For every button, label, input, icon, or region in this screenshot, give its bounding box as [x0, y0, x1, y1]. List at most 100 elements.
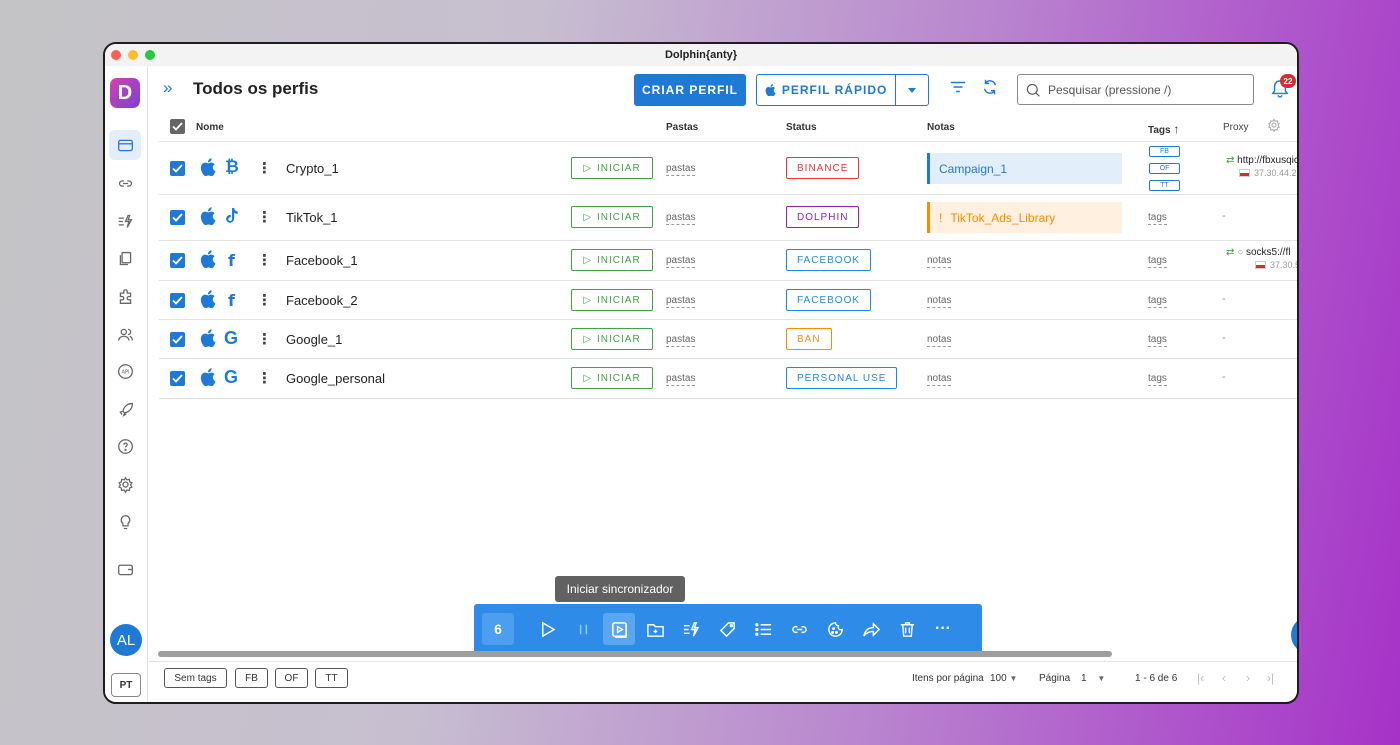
column-tags[interactable]: Tags ↑: [1148, 122, 1179, 136]
column-folders[interactable]: Pastas: [666, 122, 698, 133]
tag-chip[interactable]: TT: [1149, 180, 1180, 191]
start-profile-button[interactable]: ▷ INICIAR: [571, 367, 653, 389]
synchronizer-icon[interactable]: [603, 613, 635, 645]
search-box[interactable]: [1017, 74, 1254, 105]
pause-icon[interactable]: [565, 611, 601, 647]
cookie-icon[interactable]: [817, 611, 853, 647]
row-checkbox[interactable]: [170, 332, 185, 347]
folders-link[interactable]: pastas: [666, 163, 696, 176]
tags-link[interactable]: tags: [1148, 255, 1167, 268]
folders-link[interactable]: pastas: [666, 295, 696, 308]
tags-link[interactable]: tags: [1148, 212, 1167, 225]
row-menu-icon[interactable]: ⋮: [257, 251, 272, 269]
tag-filter-chip[interactable]: Sem tags: [164, 668, 227, 688]
tags-link[interactable]: tags: [1148, 295, 1167, 308]
profile-name[interactable]: Google_1: [286, 332, 342, 347]
column-name[interactable]: Nome: [196, 122, 224, 133]
status-badge[interactable]: FACEBOOK: [786, 289, 872, 311]
row-menu-icon[interactable]: ⋮: [257, 291, 272, 309]
profile-name[interactable]: Facebook_2: [286, 293, 358, 308]
status-badge[interactable]: PERSONAL USE: [786, 367, 898, 389]
create-profile-button[interactable]: CRIAR PERFIL: [634, 74, 746, 106]
start-profile-button[interactable]: ▷ INICIAR: [571, 249, 653, 271]
start-profile-button[interactable]: ▷ INICIAR: [571, 206, 653, 228]
folders-link[interactable]: pastas: [666, 255, 696, 268]
status-badge[interactable]: BINANCE: [786, 157, 860, 179]
search-input[interactable]: [1048, 82, 1238, 97]
column-notes[interactable]: Notas: [927, 122, 955, 133]
share-icon[interactable]: [853, 611, 889, 647]
row-checkbox[interactable]: [170, 161, 185, 176]
tags-link[interactable]: tags: [1148, 334, 1167, 347]
sidebar-item-extensions[interactable]: [109, 281, 141, 311]
row-checkbox[interactable]: [170, 293, 185, 308]
automation-icon[interactable]: [673, 611, 709, 647]
row-checkbox[interactable]: [170, 210, 185, 225]
proxy-cell[interactable]: ⇄ http://fbxusqic 37.30.44.2: [1226, 155, 1297, 178]
close-window-button[interactable]: [111, 50, 121, 60]
row-menu-icon[interactable]: ⋮: [257, 330, 272, 348]
sidebar-item-settings[interactable]: [109, 469, 141, 499]
add-folder-icon[interactable]: [637, 611, 673, 647]
profile-name[interactable]: TikTok_1: [286, 210, 338, 225]
sidebar-item-automation[interactable]: [109, 206, 141, 236]
column-settings-icon[interactable]: [1267, 118, 1281, 135]
row-menu-icon[interactable]: ⋮: [257, 159, 272, 177]
note-box[interactable]: ! TikTok_Ads_Library: [927, 202, 1122, 233]
next-page-icon[interactable]: ›: [1246, 671, 1250, 685]
notes-link[interactable]: notas: [927, 255, 952, 268]
list-icon[interactable]: [745, 611, 781, 647]
sidebar-item-help[interactable]: [109, 431, 141, 461]
table-row[interactable]: G ⋮ Google_personal ▷ INICIAR pastas PERS…: [159, 359, 1297, 399]
sidebar-item-users[interactable]: [109, 319, 141, 349]
table-row[interactable]: ⋮ TikTok_1 ▷ INICIAR pastas DOLPHIN ! TikT…: [159, 195, 1297, 241]
sidebar-item-links[interactable]: [109, 168, 141, 198]
per-page-select[interactable]: 100 ▼: [990, 673, 1017, 684]
sidebar-item-tips[interactable]: [109, 507, 141, 537]
notes-link[interactable]: notas: [927, 295, 952, 308]
table-row[interactable]: G ⋮ Google_1 ▷ INICIAR pastas BAN notas t…: [159, 320, 1297, 359]
more-icon[interactable]: ···: [925, 611, 961, 647]
row-checkbox[interactable]: [170, 371, 185, 386]
status-badge[interactable]: FACEBOOK: [786, 249, 872, 271]
select-all-checkbox[interactable]: [170, 119, 185, 134]
folders-link[interactable]: pastas: [666, 212, 696, 225]
tag-chip[interactable]: OF: [1149, 163, 1180, 174]
row-menu-icon[interactable]: ⋮: [257, 369, 272, 387]
profile-name[interactable]: Facebook_1: [286, 253, 358, 268]
chat-support-button[interactable]: [1291, 616, 1297, 654]
start-profile-button[interactable]: ▷ INICIAR: [571, 289, 653, 311]
column-proxy[interactable]: Proxy: [1223, 122, 1249, 133]
dolphin-logo[interactable]: D: [110, 78, 140, 108]
notes-link[interactable]: notas: [927, 334, 952, 347]
page-select[interactable]: 1 ▼: [1081, 673, 1105, 684]
horizontal-scrollbar[interactable]: [158, 651, 1112, 657]
tag-filter-chip[interactable]: TT: [315, 668, 348, 688]
start-profile-button[interactable]: ▷ INICIAR: [571, 328, 653, 350]
tag-filter-chip[interactable]: OF: [275, 668, 308, 688]
sidebar-item-wallet[interactable]: [109, 554, 141, 584]
minimize-window-button[interactable]: [128, 50, 138, 60]
expand-sidebar-icon[interactable]: »: [163, 78, 172, 98]
link-icon[interactable]: [781, 611, 817, 647]
table-row[interactable]: ₿ ⋮ Crypto_1 ▷ INICIAR pastas BINANCE Cam…: [159, 142, 1297, 195]
row-checkbox[interactable]: [170, 253, 185, 268]
quick-profile-dropdown[interactable]: [895, 75, 928, 105]
refresh-icon[interactable]: [981, 78, 999, 101]
maximize-window-button[interactable]: [145, 50, 155, 60]
prev-page-icon[interactable]: ‹: [1222, 671, 1226, 685]
column-status[interactable]: Status: [786, 122, 817, 133]
notes-link[interactable]: notas: [927, 373, 952, 386]
quick-profile-button[interactable]: PERFIL RÁPIDO: [756, 74, 929, 106]
profile-name[interactable]: Google_personal: [286, 371, 385, 386]
sidebar-item-copy[interactable]: [109, 243, 141, 273]
proxy-cell[interactable]: ⇄ ○ socks5://fl 37.30.5: [1226, 247, 1297, 270]
status-badge[interactable]: BAN: [786, 328, 832, 350]
trash-icon[interactable]: [889, 611, 925, 647]
filter-icon[interactable]: [949, 78, 967, 101]
folders-link[interactable]: pastas: [666, 334, 696, 347]
sidebar-item-api[interactable]: API: [109, 356, 141, 386]
start-profile-button[interactable]: ▷ INICIAR: [571, 157, 653, 179]
profile-name[interactable]: Crypto_1: [286, 161, 339, 176]
tag-icon[interactable]: [709, 611, 745, 647]
